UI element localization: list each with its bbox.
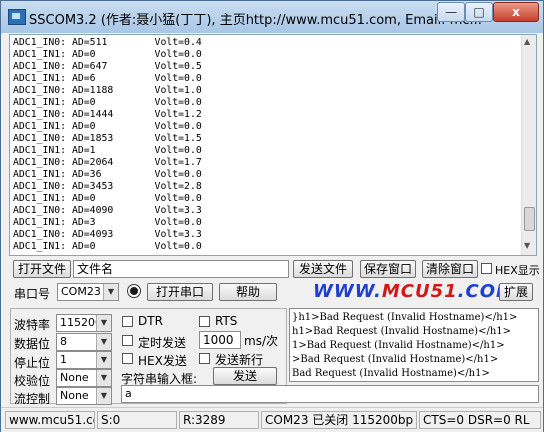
send-text-input[interactable]: a (121, 385, 539, 403)
status-port: COM23 已关闭 115200bp (261, 411, 417, 429)
receive-line: ADC1_IN1: AD=6 Volt=0.0 (13, 73, 202, 84)
open-port-button[interactable]: 打开串口 (147, 283, 213, 301)
parity-label: 校验位 (14, 374, 51, 388)
timed-send-label: 定时发送 (138, 336, 187, 350)
send-button[interactable]: 发送 (213, 367, 277, 385)
receive-line: ADC1_IN1: AD=0 Volt=0.0 (13, 241, 202, 252)
rts-label: RTS (215, 314, 238, 328)
brand-logo[interactable]: WWW.MCU51.COM (313, 281, 515, 302)
chevron-down-icon[interactable]: ▼ (96, 388, 111, 404)
parity-select[interactable]: None ▼ (56, 369, 112, 387)
app-icon (8, 9, 26, 25)
ad-line: h1>Bad Request (Invalid Hostname)</h1> (292, 326, 512, 337)
ad-line: Bad Request (Invalid Hostname)</h1> (292, 368, 490, 379)
port-status-indicator (127, 284, 141, 298)
chevron-down-icon[interactable]: ▼ (103, 284, 118, 300)
status-sent: S:0 (97, 411, 177, 429)
receive-line: ADC1_IN1: AD=1 Volt=0.0 (13, 145, 202, 156)
interval-unit: ms/次 (244, 334, 278, 348)
receive-line: ADC1_IN1: AD=3 Volt=0.0 (13, 217, 202, 228)
receive-scrollbar[interactable]: ▲ ▼ (521, 35, 536, 255)
ad-line: 1>Bad Request (Invalid Hostname)</h1> (292, 340, 505, 351)
ad-text: }h1>Bad Request (Invalid Hostname)</h1> h… (292, 311, 517, 381)
rts-checkbox[interactable] (199, 316, 210, 327)
chevron-down-icon[interactable]: ▼ (96, 370, 111, 386)
stop-bits-label: 停止位 (14, 356, 51, 370)
hex-send-label: HEX发送 (138, 354, 187, 368)
timed-send-checkbox[interactable] (122, 335, 133, 346)
receive-line: ADC1_IN0: AD=3453 Volt=2.8 (13, 181, 202, 192)
receive-line: ADC1_IN1: AD=0 Volt=0.0 (13, 121, 202, 132)
help-button[interactable]: 帮助 (219, 283, 277, 301)
open-file-button[interactable]: 打开文件 (13, 260, 71, 278)
minimize-button[interactable]: — (437, 2, 465, 22)
receive-line: ADC1_IN0: AD=4093 Volt=3.3 (13, 229, 202, 240)
receive-line: ADC1_IN0: AD=511 Volt=0.4 (13, 37, 202, 48)
receive-line: ADC1_IN0: AD=4090 Volt=3.3 (13, 205, 202, 216)
ad-panel[interactable]: }h1>Bad Request (Invalid Hostname)</h1> h… (289, 308, 539, 382)
window-title: SSCOM3.2 (作者:聂小猛(丁丁), 主页http://www.mcu51… (29, 13, 482, 28)
scroll-thumb[interactable] (524, 207, 535, 231)
chevron-down-icon[interactable]: ▼ (96, 315, 111, 331)
dtr-checkbox[interactable] (122, 316, 133, 327)
port-label: 串口号 (14, 287, 51, 301)
stop-bits-select[interactable]: 1 ▼ (56, 351, 112, 369)
chevron-down-icon[interactable]: ▼ (96, 352, 111, 368)
send-file-button[interactable]: 发送文件 (293, 260, 353, 278)
clear-window-button[interactable]: 清除窗口 (422, 260, 478, 278)
receive-line: ADC1_IN1: AD=36 Volt=0.0 (13, 169, 202, 180)
port-select[interactable]: COM23 ▼ (57, 283, 119, 301)
scroll-up-icon[interactable]: ▲ (524, 37, 530, 46)
ad-line: }h1>Bad Request (Invalid Hostname)</h1> (292, 312, 518, 323)
ad-line: >Bad Request (Invalid Hostname)</h1> (292, 354, 499, 365)
flow-select[interactable]: None ▼ (56, 387, 112, 405)
receive-text: ADC1_IN0: AD=511 Volt=0.4 ADC1_IN1: AD=0 … (13, 37, 202, 253)
send-newline-checkbox[interactable] (199, 353, 210, 364)
close-button[interactable]: x (493, 2, 539, 22)
interval-input[interactable]: 1000 (199, 331, 241, 349)
title-bar[interactable]: SSCOM3.2 (作者:聂小猛(丁丁), 主页http://www.mcu51… (1, 1, 543, 33)
filename-input[interactable]: 文件名 (73, 260, 289, 278)
receive-line: ADC1_IN0: AD=1853 Volt=1.5 (13, 133, 202, 144)
receive-line: ADC1_IN0: AD=2064 Volt=1.7 (13, 157, 202, 168)
hex-display-label: HEX显示 (495, 264, 540, 277)
maximize-button[interactable]: □ (465, 2, 493, 22)
receive-line: ADC1_IN1: AD=0 Volt=0.0 (13, 193, 202, 204)
save-window-button[interactable]: 保存窗口 (360, 260, 416, 278)
hex-send-checkbox[interactable] (122, 353, 133, 364)
sscom-window: SSCOM3.2 (作者:聂小猛(丁丁), 主页http://www.mcu51… (0, 0, 544, 432)
data-bits-label: 数据位 (14, 337, 51, 351)
status-received: R:3289 (179, 411, 259, 429)
flow-label: 流控制 (14, 392, 51, 406)
status-signals: CTS=0 DSR=0 RL (419, 411, 541, 429)
data-bits-select[interactable]: 8 ▼ (56, 333, 112, 351)
baud-select[interactable]: 115200 ▼ (56, 314, 112, 332)
send-newline-label: 发送新行 (215, 353, 264, 367)
receive-line: ADC1_IN0: AD=1188 Volt=1.0 (13, 85, 202, 96)
status-bar: www.mcu51.cor S:0 R:3289 COM23 已关闭 11520… (1, 407, 543, 432)
receive-line: ADC1_IN1: AD=0 Volt=0.0 (13, 49, 202, 60)
hex-display-checkbox[interactable] (481, 263, 492, 274)
port-value: COM23 (61, 285, 101, 298)
status-url[interactable]: www.mcu51.cor (5, 411, 95, 429)
receive-line: ADC1_IN0: AD=1444 Volt=1.2 (13, 109, 202, 120)
baud-label: 波特率 (14, 318, 51, 332)
scroll-down-icon[interactable]: ▼ (524, 241, 530, 250)
receive-line: ADC1_IN1: AD=0 Volt=0.0 (13, 97, 202, 108)
dtr-label: DTR (138, 314, 163, 328)
chevron-down-icon[interactable]: ▼ (96, 334, 111, 350)
receive-area[interactable]: ADC1_IN0: AD=511 Volt=0.4 ADC1_IN1: AD=0 … (9, 34, 537, 256)
receive-line: ADC1_IN0: AD=647 Volt=0.5 (13, 61, 202, 72)
expand-button[interactable]: 扩展 (499, 283, 533, 301)
